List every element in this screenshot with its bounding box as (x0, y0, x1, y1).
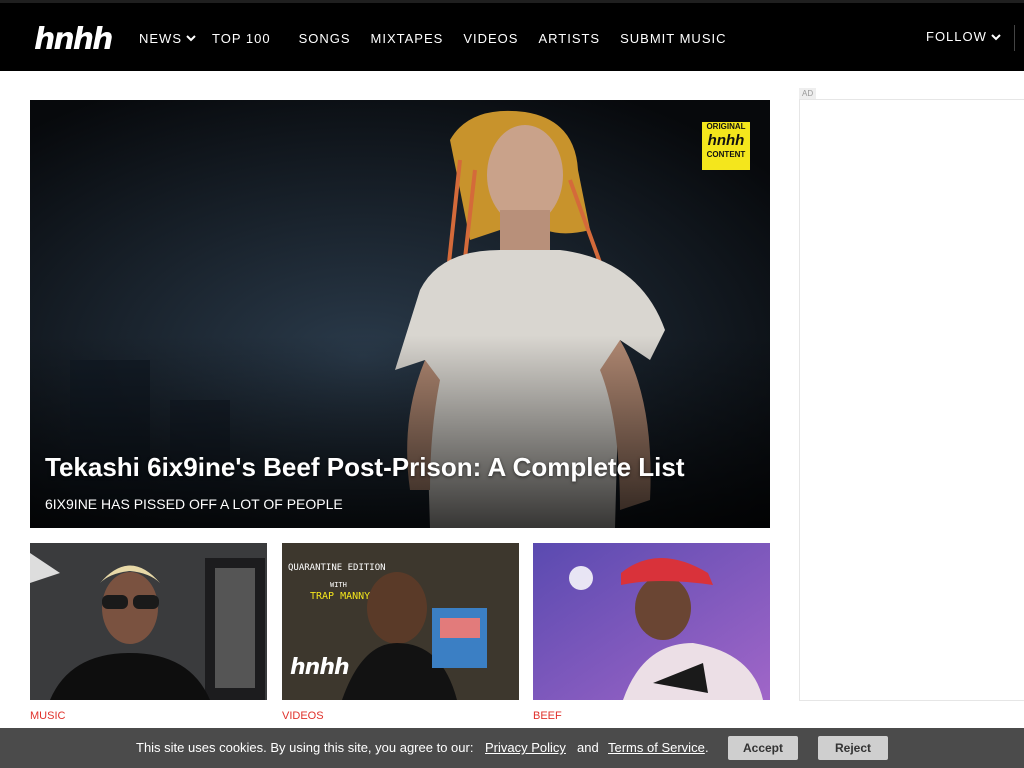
nav-item-label: NEWS (139, 30, 182, 46)
overlay-title: QUARANTINE EDITION (288, 563, 386, 573)
nav-item-songs[interactable]: SONGS (299, 31, 351, 46)
site-logo[interactable]: hnhh (34, 25, 113, 55)
accept-button[interactable]: Accept (728, 736, 798, 760)
nav-item-submit-music[interactable]: SUBMIT MUSIC (620, 31, 726, 46)
nav-item-label: SONGS (298, 30, 351, 46)
cookie-period: . (705, 740, 709, 755)
nav-item-artists[interactable]: ARTISTS (538, 31, 600, 46)
cookie-and-text: and (577, 740, 599, 755)
follow-label: FOLLOW (926, 29, 987, 44)
nav-item-label: SUBMIT MUSIC (620, 30, 727, 46)
badge-line2: CONTENT (706, 150, 746, 159)
follow-menu[interactable]: FOLLOW (926, 29, 1001, 44)
nav-item-mixtapes[interactable]: MIXTAPES (371, 31, 444, 46)
privacy-policy-link[interactable]: Privacy Policy (485, 740, 566, 755)
site-header: hnhh NEWS TOP 100 SONGS MIXTAPES VIDEOS … (0, 0, 1024, 71)
overlay-with: WITH (330, 581, 347, 589)
overlay-logo: hnhh (290, 655, 350, 680)
hero-subtitle: 6IX9INE HAS PISSED OFF A LOT OF PEOPLE (45, 496, 343, 512)
ad-slot[interactable] (799, 99, 1024, 701)
chevron-down-icon (186, 35, 196, 42)
nav-item-label: MIXTAPES (370, 30, 444, 46)
cookie-message: This site uses cookies. By using this si… (136, 740, 474, 755)
article-card-2[interactable]: QUARANTINE EDITION WITH TRAP MANNY hnhh (282, 543, 519, 700)
ad-label: AD (799, 88, 817, 99)
page: hnhh NEWS TOP 100 SONGS MIXTAPES VIDEOS … (0, 0, 1024, 768)
hero-title[interactable]: Tekashi 6ix9ine's Beef Post-Prison: A Co… (45, 452, 685, 483)
overlay-name: TRAP MANNY (310, 591, 371, 602)
nav-item-label: VIDEOS (463, 30, 519, 46)
badge-line1: ORIGINAL (706, 122, 746, 131)
card-image (533, 543, 770, 700)
card-tag-videos[interactable]: VIDEOS (282, 710, 324, 722)
reject-button[interactable]: Reject (818, 736, 888, 760)
card-tag-beef[interactable]: BEEF (533, 710, 562, 722)
card-image (30, 543, 267, 700)
badge-logo: hnhh (707, 132, 745, 149)
nav-item-label: TOP 100 (212, 30, 271, 46)
header-divider (1014, 25, 1015, 51)
original-content-badge: ORIGINAL hnhh CONTENT (702, 122, 750, 170)
card-tag-music[interactable]: MUSIC (30, 710, 65, 722)
nav-item-videos[interactable]: VIDEOS (463, 31, 518, 46)
terms-of-service-link[interactable]: Terms of Service (608, 740, 705, 755)
article-card-1[interactable] (30, 543, 267, 700)
article-card-3[interactable] (533, 543, 770, 700)
nav-item-label: ARTISTS (538, 30, 601, 46)
chevron-down-icon (991, 33, 1001, 40)
main-nav: NEWS TOP 100 SONGS MIXTAPES VIDEOS ARTIS… (139, 29, 727, 47)
nav-item-news[interactable]: NEWS (139, 31, 196, 46)
nav-item-top-100[interactable]: TOP 100 (212, 31, 271, 46)
